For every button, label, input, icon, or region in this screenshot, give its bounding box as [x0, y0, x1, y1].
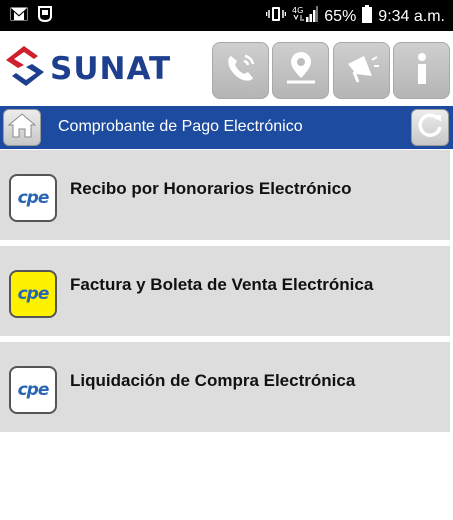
title-bar: Comprobante de Pago Electrónico — [0, 106, 453, 149]
sunat-logo: SUNAT — [4, 44, 171, 93]
refresh-button[interactable] — [411, 109, 449, 146]
menu-item-label: Factura y Boleta de Venta Electrónica — [70, 275, 374, 294]
home-button[interactable] — [3, 109, 41, 146]
info-button[interactable] — [393, 42, 450, 99]
cpe-icon-text: cpe — [17, 284, 50, 304]
cpe-icon: cpe — [9, 270, 57, 318]
svg-text:4G: 4G — [292, 6, 303, 15]
location-button[interactable] — [272, 42, 329, 99]
signal-icon: 4G — [292, 5, 319, 28]
menu-item-factura-boleta[interactable]: cpe Factura y Boleta de Venta Electrónic… — [0, 246, 450, 336]
page-title: Comprobante de Pago Electrónico — [58, 118, 303, 135]
notification-icon — [38, 6, 52, 27]
menu-item-label: Recibo por Honorarios Electrónico — [70, 179, 352, 198]
vibrate-icon — [266, 6, 287, 27]
megaphone-icon — [342, 48, 382, 93]
status-bar: 4G 65% 9:34 a.m. — [0, 0, 453, 31]
menu-item-label: Liquidación de Compra Electrónica — [70, 371, 356, 390]
logo-text: SUNAT — [50, 50, 172, 87]
clock: 9:34 a.m. — [378, 7, 445, 25]
app-header: SUNAT — [0, 31, 453, 106]
location-icon — [281, 48, 321, 93]
phone-icon — [221, 48, 261, 93]
menu-item-liquidacion-compra[interactable]: cpe Liquidación de Compra Electrónica — [0, 342, 450, 432]
status-left — [10, 6, 52, 27]
cpe-icon: cpe — [9, 174, 57, 222]
battery-icon — [362, 5, 373, 28]
menu-item-recibo-honorarios[interactable]: cpe Recibo por Honorarios Electrónico — [0, 150, 450, 240]
status-right: 4G 65% 9:34 a.m. — [266, 5, 445, 28]
cpe-icon-text: cpe — [17, 380, 50, 400]
cpe-icon: cpe — [9, 366, 57, 414]
info-icon — [402, 48, 442, 93]
megaphone-button[interactable] — [333, 42, 390, 99]
home-icon — [7, 112, 37, 143]
refresh-icon — [416, 111, 444, 144]
phone-button[interactable] — [212, 42, 269, 99]
gmail-icon — [10, 7, 28, 26]
sunat-logo-mark — [4, 44, 46, 93]
battery-percent: 65% — [324, 7, 357, 25]
cpe-icon-text: cpe — [17, 188, 50, 208]
